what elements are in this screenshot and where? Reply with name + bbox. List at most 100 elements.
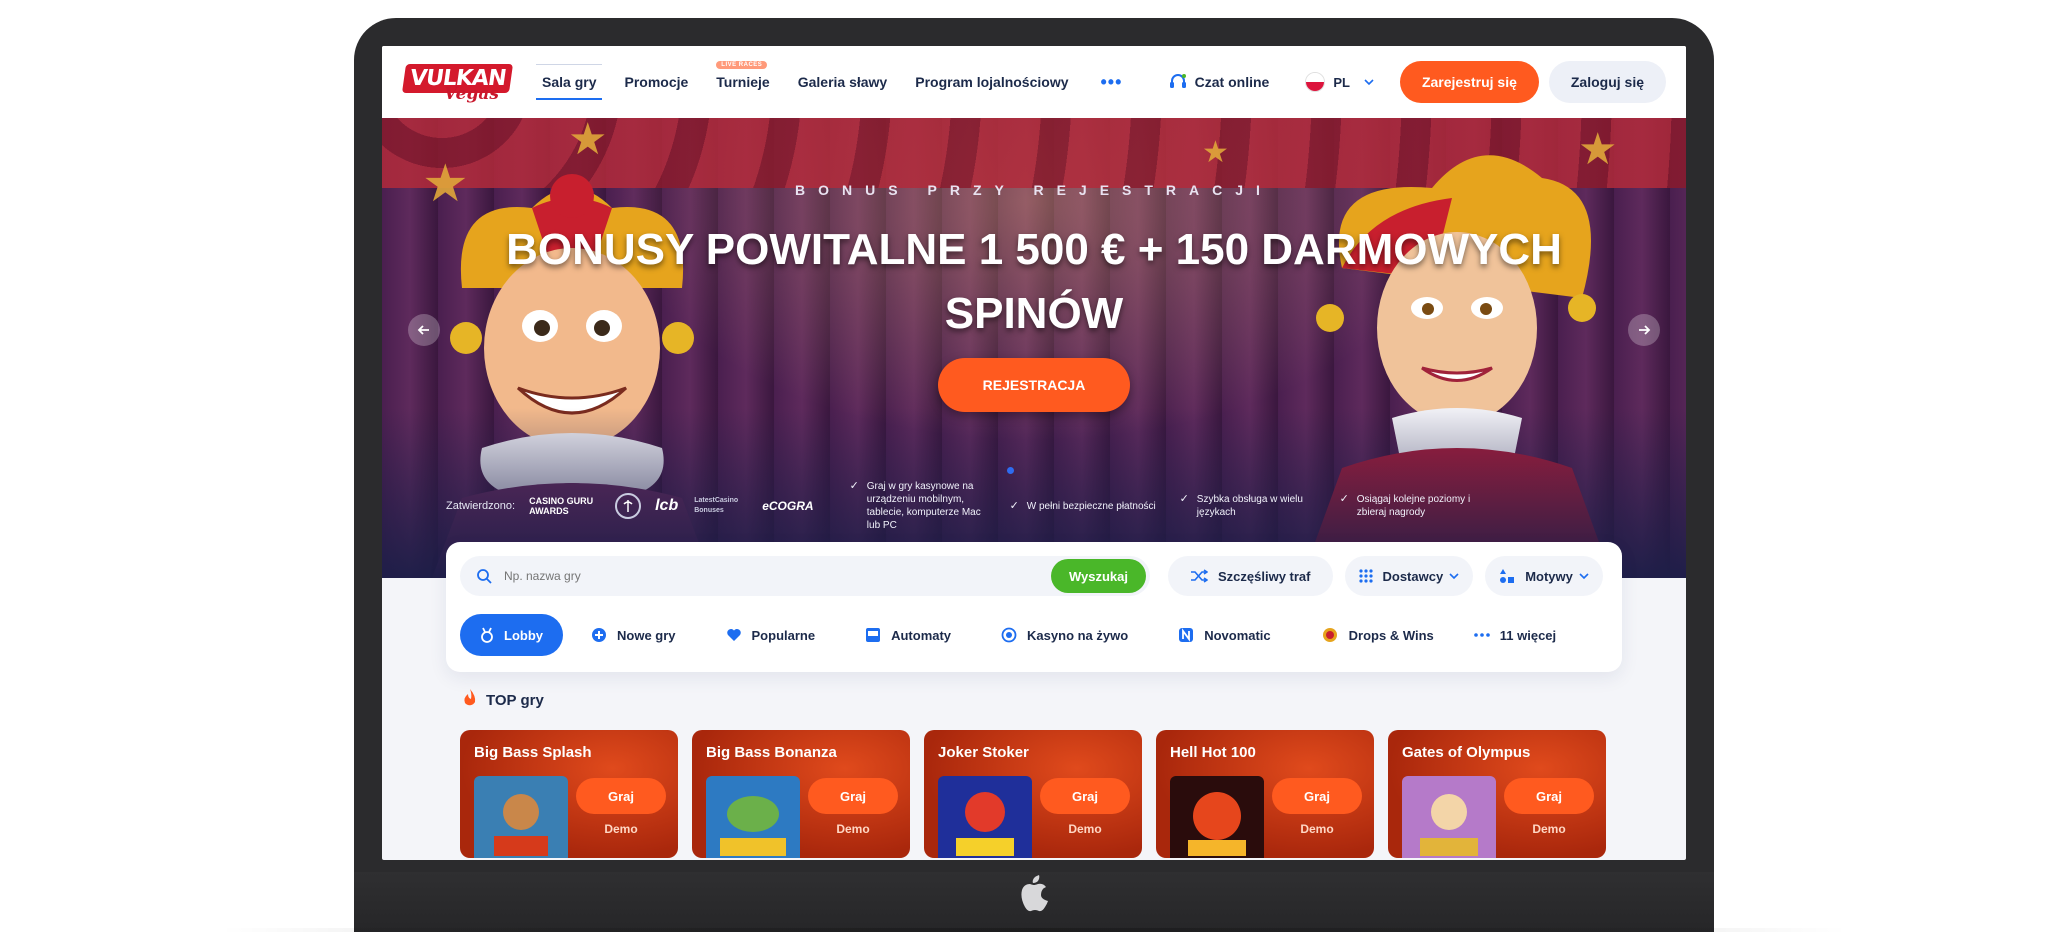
lucky-shot-label: Szczęśliwy traf [1218, 568, 1311, 584]
lcb-logo: lcb [655, 497, 679, 514]
tab-novomatic[interactable]: Novomatic [1162, 614, 1286, 656]
game-card[interactable]: Joker Stoker Graj Demo [924, 730, 1142, 858]
demo-link[interactable]: Demo [1504, 822, 1594, 836]
chat-online-link[interactable]: Czat online [1169, 74, 1269, 90]
game-card[interactable]: Big Bass Splash Graj Demo [460, 730, 678, 858]
demo-link[interactable]: Demo [1040, 822, 1130, 836]
trust-feature-payments: ✓ W pełni bezpieczne płatności [1010, 500, 1160, 513]
play-button[interactable]: Graj [576, 778, 666, 814]
game-title: Gates of Olympus [1402, 744, 1531, 761]
trust-feature-text: Osiągaj kolejne poziomy i zbieraj nagrod… [1356, 494, 1471, 518]
nav-item-promocje[interactable]: Promocje [624, 46, 688, 118]
top-games-heading: TOP gry [460, 688, 544, 712]
tab-new-games[interactable]: Nowe gry [575, 614, 692, 656]
game-title: Big Bass Bonanza [706, 744, 837, 761]
fire-icon [460, 688, 480, 712]
trust-label: Zatwierdzono: [446, 500, 516, 512]
tab-more[interactable]: 11 więcej [1458, 614, 1572, 656]
play-button[interactable]: Graj [808, 778, 898, 814]
game-thumbnail [474, 776, 568, 858]
chevron-down-icon [1579, 571, 1589, 581]
check-icon: ✓ [1009, 499, 1019, 512]
top-games-title: TOP gry [486, 691, 544, 709]
check-icon: ✓ [1339, 493, 1349, 505]
tab-label: Kasyno na żywo [1027, 627, 1129, 643]
tab-label: Automaty [891, 627, 952, 643]
trust-feature-text: Szybka obsługa w wielu językach [1196, 494, 1303, 518]
hero-kicker: BONUS PRZY REJESTRACJI [795, 182, 1273, 198]
nav-item-program[interactable]: Program lojalnościowy [915, 46, 1068, 118]
check-icon: ✓ [849, 480, 859, 492]
carousel-dot[interactable] [1007, 467, 1014, 474]
laptop-shadow [220, 928, 1848, 932]
hero-prev-button[interactable] [408, 314, 440, 346]
award-badge-icon [615, 493, 642, 519]
live-races-badge: LIVE RACES [716, 61, 768, 69]
nav-item-galeria[interactable]: Galeria sławy [798, 46, 888, 118]
tab-live-casino[interactable]: Kasyno na żywo [985, 614, 1144, 656]
lucky-shot-button[interactable]: Szczęśliwy traf [1168, 556, 1333, 596]
slot-machine-icon [865, 627, 881, 643]
logo-sub-text: Vegas [444, 84, 499, 104]
tab-drops-wins[interactable]: Drops & Wins [1305, 614, 1450, 656]
trust-feature-support: ✓ Szybka obsługa w wielu językach [1180, 493, 1320, 519]
search-button[interactable]: Wyszukaj [1050, 559, 1146, 593]
game-card[interactable]: Hell Hot 100 Graj Demo [1156, 730, 1374, 858]
providers-dropdown[interactable]: Dostawcy [1344, 556, 1474, 596]
trust-feature-levels: ✓ Osiągaj kolejne poziomy i zbieraj nagr… [1340, 493, 1490, 519]
play-button[interactable]: Graj [1040, 778, 1130, 814]
game-title: Big Bass Splash [474, 744, 592, 761]
play-button[interactable]: Graj [1504, 778, 1594, 814]
nav-item-turnieje[interactable]: LIVE RACES Turnieje [716, 46, 770, 118]
hero-register-button[interactable]: REJESTRACJA [938, 358, 1130, 412]
game-thumbnail [706, 776, 800, 858]
tab-lobby[interactable]: Lobby [460, 614, 563, 656]
tab-label: Drops & Wins [1348, 627, 1434, 643]
main-nav: Sala gry Promocje LIVE RACES Turnieje Ga… [535, 46, 1123, 118]
drops-wins-icon [1321, 627, 1339, 643]
trust-feature-text: Graj w gry kasynowe na urządzeniu mobiln… [866, 481, 981, 531]
demo-link[interactable]: Demo [576, 822, 666, 836]
register-button[interactable]: Zarejestruj się [1399, 61, 1539, 103]
star-icon: ★ [1202, 136, 1229, 169]
photo-stage: VULKAN Vegas Sala gry Promocje LIVE RACE… [0, 0, 2068, 932]
search-box: Wyszukaj [460, 556, 1150, 596]
shapes-icon [1499, 568, 1515, 584]
trust-bar: Zatwierdzono: CASINO GURU AWARDS lcb Lat… [446, 480, 1646, 531]
arrow-left-icon [417, 325, 429, 335]
poland-flag-icon [1305, 72, 1326, 92]
top-games-row: Big Bass Splash Graj Demo Big Bass Bonan… [460, 730, 1620, 858]
game-card[interactable]: Big Bass Bonanza Graj Demo [692, 730, 910, 858]
chevron-down-icon [1364, 79, 1374, 86]
login-button[interactable]: Zaloguj się [1548, 61, 1666, 103]
tab-slots[interactable]: Automaty [849, 614, 967, 656]
headset-icon [1169, 74, 1186, 88]
language-code: PL [1333, 74, 1350, 90]
nav-more-button[interactable]: ••• [1101, 72, 1123, 93]
browser-screen: VULKAN Vegas Sala gry Promocje LIVE RACE… [382, 46, 1686, 860]
laptop-frame: VULKAN Vegas Sala gry Promocje LIVE RACE… [354, 18, 1714, 932]
dots-icon [1473, 633, 1490, 637]
demo-link[interactable]: Demo [1272, 822, 1362, 836]
chevron-down-icon [1449, 571, 1459, 581]
hero-next-button[interactable] [1628, 314, 1660, 346]
language-selector[interactable]: PL [1305, 72, 1374, 92]
hero-title: BONUSY POWITALNE 1 500 € + 150 DARMOWYCH… [506, 225, 1562, 338]
medal-icon [480, 627, 494, 643]
latest-casino-bonuses-logo: LatestCasino Bonuses [694, 497, 739, 514]
providers-label: Dostawcy [1382, 568, 1444, 584]
casino-guru-logo: CASINO GURU AWARDS [529, 496, 594, 516]
nav-item-sala-gry[interactable]: Sala gry [535, 46, 604, 118]
tab-popular[interactable]: Popularne [710, 614, 832, 656]
category-tabs: Lobby Nowe gry Popularne Automaty Kasyno… [460, 614, 1584, 656]
game-card[interactable]: Gates of Olympus Graj Demo [1388, 730, 1606, 858]
search-input[interactable] [504, 569, 1004, 583]
themes-label: Motywy [1525, 568, 1573, 584]
play-button[interactable]: Graj [1272, 778, 1362, 814]
themes-dropdown[interactable]: Motywy [1485, 556, 1603, 596]
demo-link[interactable]: Demo [808, 822, 898, 836]
shuffle-icon [1190, 569, 1208, 583]
tab-label: Novomatic [1204, 627, 1271, 643]
site-logo[interactable]: VULKAN Vegas [401, 58, 514, 106]
search-row: Wyszukaj Szczęśliwy traf Dostawcy [460, 556, 1603, 596]
